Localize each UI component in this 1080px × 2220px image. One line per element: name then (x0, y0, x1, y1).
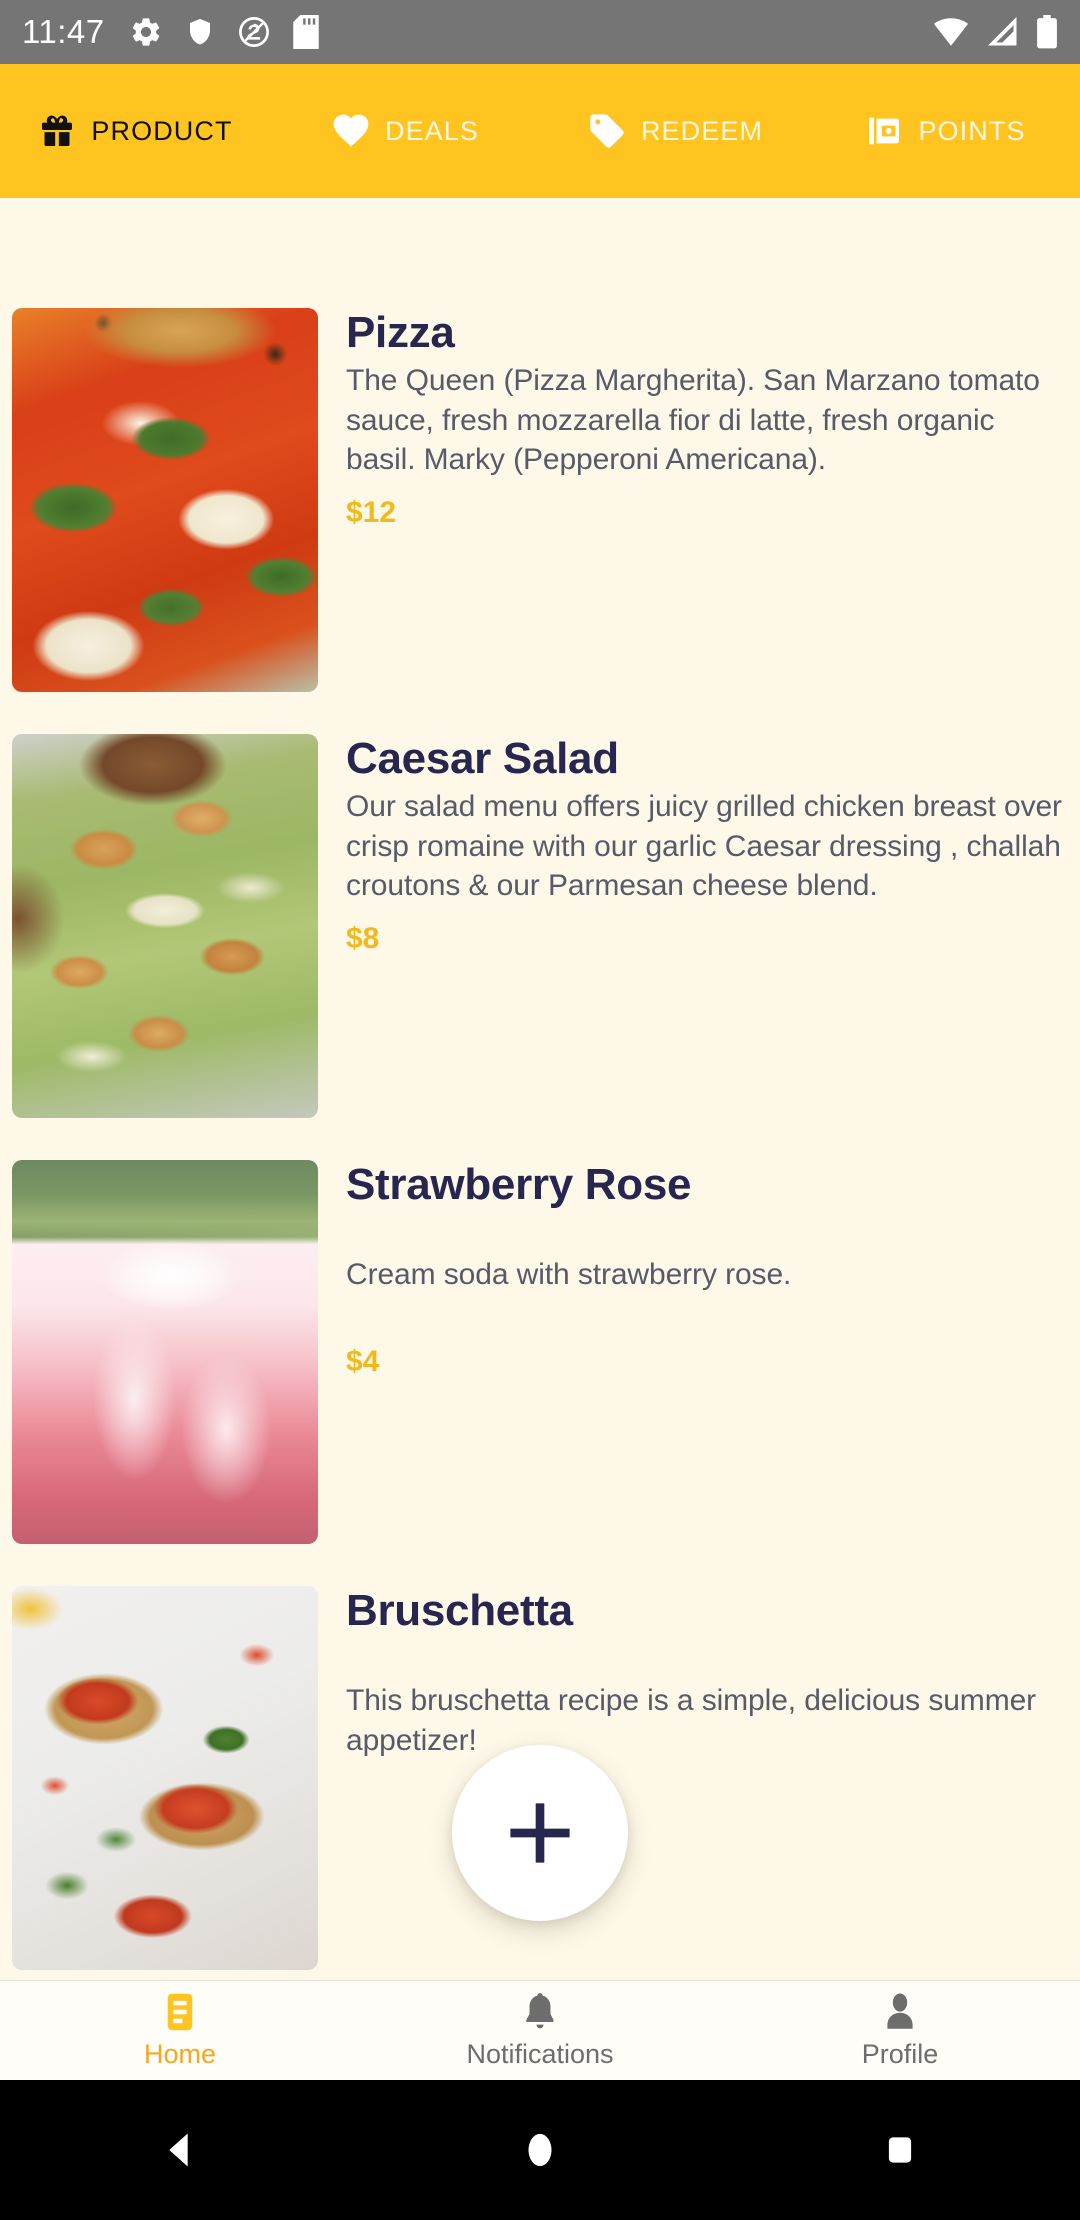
product-title: Pizza (346, 308, 455, 357)
sd-card-icon (292, 15, 319, 49)
bottom-nav-label-home: Home (143, 2039, 217, 2069)
bell-icon (526, 1993, 554, 2029)
tab-deals-label: DEALS (384, 115, 480, 146)
bottom-nav-item-home[interactable]: Home (0, 1991, 360, 2070)
bottom-nav-item-profile[interactable]: Profile (720, 1991, 1080, 2070)
status-bar: 11:47 (0, 0, 1080, 64)
shield-icon (189, 18, 210, 45)
product-price: $4 (346, 1344, 380, 1378)
product-image-bruschetta (12, 1586, 318, 1970)
product-info-caesar-salad: Caesar Salad Our salad menu offers juicy… (318, 734, 1080, 1118)
bottom-nav-label-profile: Profile (861, 2039, 939, 2069)
product-info-pizza: Pizza The Queen (Pizza Margherita). San … (318, 308, 1080, 692)
plus-icon (510, 1803, 570, 1863)
product-card-caesar-salad[interactable]: Caesar Salad Our salad menu offers juicy… (0, 734, 1080, 1118)
product-description: Our salad menu offers juicy grilled chic… (346, 790, 1062, 903)
product-title: Strawberry Rose (346, 1160, 692, 1209)
list-top-spacer (0, 198, 1080, 308)
status-bar-right-icons (932, 15, 1058, 49)
android-back-button[interactable] (0, 2127, 360, 2173)
tab-points[interactable]: POINTS (810, 64, 1080, 198)
cell-signal-icon (988, 17, 1017, 46)
status-bar-left-icons (129, 15, 319, 49)
product-title: Bruschetta (346, 1586, 573, 1635)
product-description: The Queen (Pizza Margherita). San Marzan… (346, 364, 1040, 477)
product-card-strawberry-rose[interactable]: Strawberry Rose Cream soda with strawber… (0, 1160, 1080, 1544)
add-product-fab[interactable] (452, 1745, 628, 1921)
tab-deals[interactable]: DEALS (270, 64, 540, 198)
bottom-navigation: Home Notifications Profile (0, 1980, 1080, 2080)
android-home-button[interactable] (360, 2127, 720, 2173)
product-list[interactable]: Pizza The Queen (Pizza Margherita). San … (0, 198, 1080, 1980)
android-recents-button[interactable] (720, 2127, 1080, 2173)
status-bar-clock: 11:47 (22, 13, 105, 50)
tab-points-label: POINTS (918, 115, 1026, 146)
tab-product[interactable]: PRODUCT (0, 64, 270, 198)
circle-icon (528, 2133, 552, 2167)
wifi-icon (933, 18, 969, 46)
product-image-pizza (12, 308, 318, 692)
gift-icon (42, 115, 73, 146)
product-image-strawberry-rose (12, 1160, 318, 1544)
tab-redeem-label: REDEEM (640, 115, 764, 146)
bottom-nav-label-notifications: Notifications (466, 2039, 614, 2069)
tab-product-label: PRODUCT (91, 115, 233, 146)
android-q-icon (238, 17, 269, 47)
heart-icon (333, 114, 369, 147)
person-icon (887, 1993, 913, 2029)
product-price: $8 (346, 922, 380, 956)
square-icon (888, 2137, 912, 2163)
tag-icon (590, 114, 624, 148)
product-title: Caesar Salad (346, 734, 619, 783)
battery-icon (1037, 15, 1057, 49)
product-price: $12 (346, 496, 397, 530)
gear-icon (132, 18, 159, 46)
bottom-nav-item-notifications[interactable]: Notifications (360, 1991, 720, 2070)
product-description: This bruschetta recipe is a simple, deli… (346, 1684, 1037, 1757)
triangle-left-icon (169, 2133, 188, 2167)
android-navigation-bar (0, 2080, 1080, 2220)
product-info-bruschetta: Bruschetta This bruschetta recipe is a s… (318, 1586, 1080, 1970)
top-tab-bar: PRODUCT DEALS REDEEM POINTS (0, 64, 1080, 198)
tab-redeem[interactable]: REDEEM (540, 64, 810, 198)
wallet-icon (869, 117, 900, 145)
product-card-pizza[interactable]: Pizza The Queen (Pizza Margherita). San … (0, 308, 1080, 692)
product-info-strawberry-rose: Strawberry Rose Cream soda with strawber… (318, 1160, 1080, 1544)
list-icon (167, 1993, 193, 2031)
product-description: Cream soda with strawberry rose. (346, 1258, 792, 1292)
product-image-caesar-salad (12, 734, 318, 1118)
